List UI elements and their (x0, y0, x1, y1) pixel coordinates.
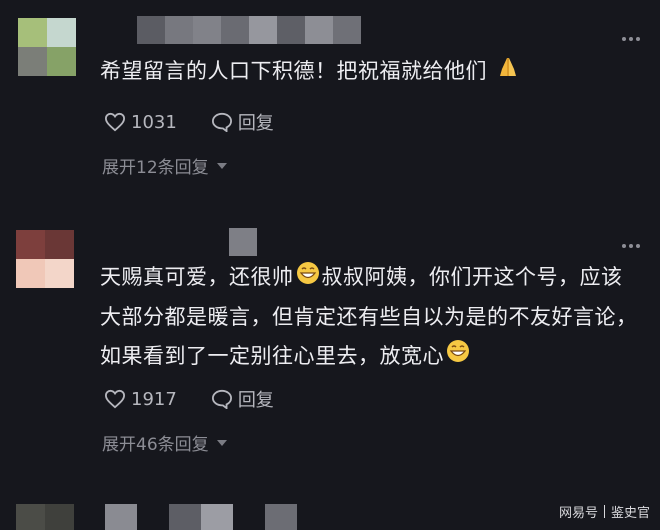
reply-label: 回复 (237, 390, 274, 411)
watermark-divider (603, 505, 605, 518)
comment-text: 希望留言的人口下积德！把祝福就给他们 (100, 52, 638, 92)
like-button[interactable]: 1917 (104, 389, 177, 410)
comment-text: 天赐真可爱，还很帅 叔叔阿姨，你们开这个号，应该大部分都是暖言，但肯定还有些自以… (100, 258, 638, 376)
avatar[interactable] (16, 504, 74, 530)
grinning-face-icon (446, 337, 470, 376)
expand-replies-button[interactable]: 展开12条回复 (102, 153, 227, 178)
avatar[interactable] (16, 230, 74, 288)
like-count: 1031 (131, 111, 177, 133)
username-blurred[interactable] (137, 16, 361, 44)
heart-icon (104, 389, 126, 409)
grinning-face-icon (296, 259, 320, 298)
watermark-source: 网易号 (558, 506, 598, 521)
expand-replies-button[interactable]: 展开46条回复 (102, 430, 227, 455)
like-count: 1917 (131, 388, 177, 410)
watermark-author: 鉴史官 (610, 506, 650, 521)
caret-down-icon (216, 439, 227, 446)
username-blurred[interactable] (105, 504, 297, 530)
comment-text-content: 希望留言的人口下积德！把祝福就给他们 (100, 59, 487, 83)
more-options-icon[interactable] (622, 243, 640, 249)
reply-button[interactable]: 回复 (211, 386, 274, 412)
avatar[interactable] (18, 18, 76, 76)
speech-bubble-icon (211, 389, 232, 409)
expand-replies-label: 展开46条回复 (102, 435, 209, 455)
watermark: 网易号 鉴史官 (559, 502, 650, 521)
username-blurred[interactable] (229, 228, 257, 256)
reply-label: 回复 (237, 113, 274, 134)
heart-icon (104, 112, 126, 132)
like-button[interactable]: 1031 (104, 112, 177, 133)
caret-down-icon (216, 162, 227, 169)
more-options-icon[interactable] (622, 36, 640, 42)
pray-hands-icon (496, 53, 520, 92)
reply-button[interactable]: 回复 (211, 109, 274, 135)
speech-bubble-icon (211, 112, 232, 132)
comment-actions: 1917 回复 (104, 386, 308, 412)
expand-replies-label: 展开12条回复 (102, 158, 209, 178)
comment-actions: 1031 回复 (104, 109, 308, 135)
comment-text-part1: 天赐真可爱，还很帅 (100, 265, 294, 289)
